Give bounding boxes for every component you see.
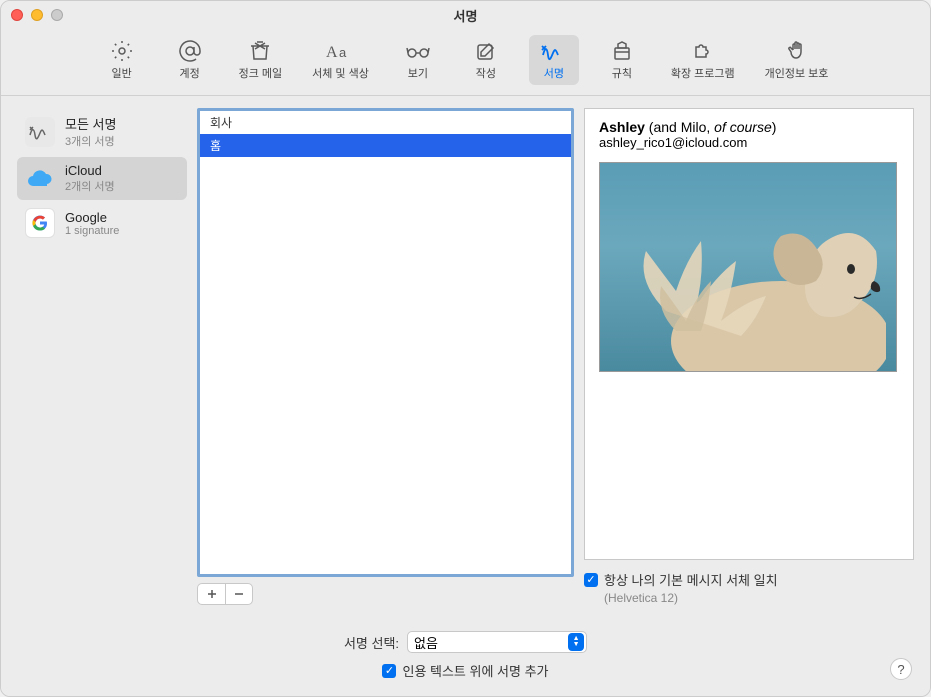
puzzle-icon xyxy=(689,39,717,63)
window-controls xyxy=(11,9,63,21)
toolbar-general[interactable]: 일반 xyxy=(97,35,147,85)
match-font-checkbox-row[interactable]: ✓ 항상 나의 기본 메시지 서체 일치 xyxy=(584,570,914,589)
toolbar-fonts[interactable]: Aa 서체 및 색상 xyxy=(306,35,375,85)
preferences-window: 서명 일반 계정 정크 메일 Aa 서체 및 색상 xyxy=(0,0,931,697)
titlebar: 서명 xyxy=(1,1,930,29)
svg-text:a: a xyxy=(339,45,347,60)
signature-icon xyxy=(25,117,55,147)
toolbar-label: 확장 프로그램 xyxy=(671,65,735,81)
sidebar-text: 모든 서명 3개의 서명 xyxy=(65,114,116,149)
zoom-button[interactable] xyxy=(51,9,63,21)
select-value: 없음 xyxy=(414,633,438,652)
cloud-icon xyxy=(25,164,55,194)
sidebar-subtitle: 1 signature xyxy=(65,225,119,237)
remove-signature-button[interactable] xyxy=(225,583,253,605)
sidebar-text: iCloud 2개의 서명 xyxy=(65,163,115,194)
toolbar-privacy[interactable]: 개인정보 보호 xyxy=(759,35,835,85)
signature-email: ashley_rico1@icloud.com xyxy=(599,135,899,150)
glasses-icon xyxy=(404,39,432,63)
add-signature-button[interactable] xyxy=(197,583,225,605)
signature-editor[interactable]: Ashley (and Milo, of course) ashley_rico… xyxy=(584,108,914,560)
signature-paren: ) xyxy=(772,119,777,135)
sidebar-item-icloud[interactable]: iCloud 2개의 서명 xyxy=(17,157,187,200)
signature-list-item[interactable]: 홈 xyxy=(200,134,571,157)
toolbar-viewing[interactable]: 보기 xyxy=(393,35,443,85)
window-title: 서명 xyxy=(454,6,478,25)
place-above-checkbox-row[interactable]: ✓ 인용 텍스트 위에 서명 추가 xyxy=(382,661,548,680)
compose-icon xyxy=(472,39,500,63)
font-icon: Aa xyxy=(326,39,354,63)
choose-signature-select[interactable]: 없음 ▲▼ xyxy=(407,631,587,653)
choose-signature-label: 서명 선택: xyxy=(344,633,399,652)
signature-list-panel: 회사 홈 xyxy=(197,108,574,605)
preferences-toolbar: 일반 계정 정크 메일 Aa 서체 및 색상 보기 xyxy=(1,29,930,96)
toolbar-composing[interactable]: 작성 xyxy=(461,35,511,85)
toolbar-label: 개인정보 보호 xyxy=(765,65,829,81)
sidebar-title: 모든 서명 xyxy=(65,114,116,133)
sidebar-subtitle: 3개의 서명 xyxy=(65,133,116,149)
at-icon xyxy=(176,39,204,63)
svg-text:A: A xyxy=(326,44,338,61)
minimize-button[interactable] xyxy=(31,9,43,21)
toolbar-signatures[interactable]: 서명 xyxy=(529,35,579,85)
font-info: (Helvetica 12) xyxy=(604,591,914,605)
signature-list[interactable]: 회사 홈 xyxy=(197,108,574,577)
sidebar-item-google[interactable]: Google 1 signature xyxy=(17,202,187,244)
signature-name-bold: Ashley xyxy=(599,119,645,135)
google-icon xyxy=(25,208,55,238)
accounts-sidebar: 모든 서명 3개의 서명 iCloud 2개의 서명 Google xyxy=(17,108,187,605)
help-button[interactable]: ? xyxy=(890,658,912,680)
sidebar-subtitle: 2개의 서명 xyxy=(65,178,115,194)
hand-icon xyxy=(783,39,811,63)
content-area: 모든 서명 3개의 서명 iCloud 2개의 서명 Google xyxy=(1,96,930,617)
toolbar-junk[interactable]: 정크 메일 xyxy=(233,35,289,85)
toolbar-accounts[interactable]: 계정 xyxy=(165,35,215,85)
toolbar-label: 일반 xyxy=(111,65,131,81)
gear-icon xyxy=(108,39,136,63)
signature-paren: (and Milo, xyxy=(645,119,714,135)
toolbar-label: 서명 xyxy=(544,65,564,81)
signature-image xyxy=(599,162,897,372)
signature-italic: of course xyxy=(714,119,772,135)
toolbar-label: 작성 xyxy=(476,65,496,81)
choose-signature-row: 서명 선택: 없음 ▲▼ xyxy=(344,631,587,653)
sidebar-title: Google xyxy=(65,210,119,225)
toolbar-rules[interactable]: 규칙 xyxy=(597,35,647,85)
preview-options: ✓ 항상 나의 기본 메시지 서체 일치 (Helvetica 12) xyxy=(584,570,914,605)
toolbar-label: 서체 및 색상 xyxy=(312,65,369,81)
close-button[interactable] xyxy=(11,9,23,21)
signature-preview-panel: Ashley (and Milo, of course) ashley_rico… xyxy=(584,108,914,605)
toolbar-label: 규칙 xyxy=(612,65,632,81)
select-arrows-icon: ▲▼ xyxy=(568,633,584,651)
dog-image-icon xyxy=(626,181,886,371)
place-above-label: 인용 텍스트 위에 서명 추가 xyxy=(402,661,548,680)
signature-list-item[interactable]: 회사 xyxy=(200,111,571,134)
list-controls xyxy=(197,583,574,605)
checkbox-checked-icon: ✓ xyxy=(584,573,598,587)
toolbar-label: 정크 메일 xyxy=(239,65,283,81)
signature-name-line: Ashley (and Milo, of course) xyxy=(599,119,899,135)
sidebar-text: Google 1 signature xyxy=(65,210,119,237)
toolbar-extensions[interactable]: 확장 프로그램 xyxy=(665,35,741,85)
rules-icon xyxy=(608,39,636,63)
checkbox-checked-icon: ✓ xyxy=(382,664,396,678)
sidebar-title: iCloud xyxy=(65,163,115,178)
sidebar-item-all-signatures[interactable]: 모든 서명 3개의 서명 xyxy=(17,108,187,155)
toolbar-label: 보기 xyxy=(408,65,428,81)
bottom-controls: 서명 선택: 없음 ▲▼ ✓ 인용 텍스트 위에 서명 추가 ? xyxy=(1,617,930,696)
toolbar-label: 계정 xyxy=(179,65,199,81)
signature-icon xyxy=(540,39,568,63)
match-font-label: 항상 나의 기본 메시지 서체 일치 xyxy=(604,570,778,589)
trash-icon xyxy=(246,39,274,63)
